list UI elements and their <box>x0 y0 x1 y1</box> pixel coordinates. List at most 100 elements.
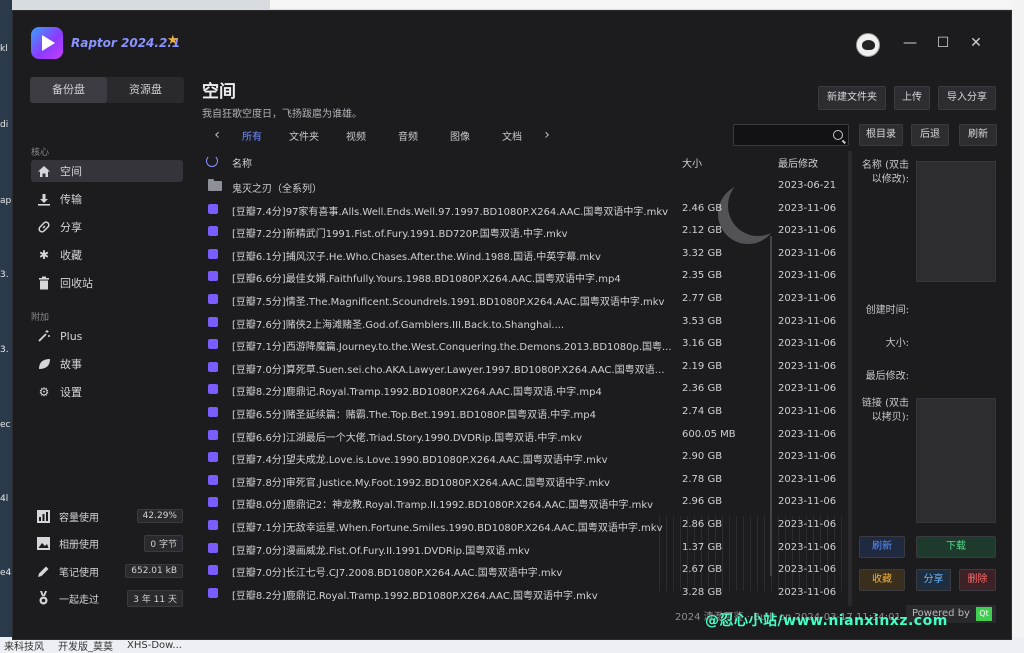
tab-video[interactable]: 视频 <box>330 128 382 143</box>
file-row[interactable]: [豆瓣7.5分]情圣.The.Magnificent.Scoundrels.19… <box>202 289 842 312</box>
share-button[interactable]: 分享 <box>916 569 951 591</box>
download-button[interactable]: 下载 <box>916 536 996 558</box>
detail-size-label: 大小: <box>885 338 909 349</box>
column-header-name[interactable]: 名称 <box>232 155 252 170</box>
avatar[interactable] <box>856 33 880 57</box>
qt-logo-icon: Qt <box>976 607 992 621</box>
tab-folders[interactable]: 文件夹 <box>278 128 330 143</box>
video-icon <box>208 361 218 372</box>
stat-label: 一起走过 <box>59 594 99 606</box>
file-row[interactable]: [豆瓣6.6分]最佳女婿.Faithfully.Yours.1988.BD108… <box>202 266 842 289</box>
file-row[interactable]: [豆瓣7.1分]西游降魔篇.Journey.to.the.West.Conque… <box>202 334 842 357</box>
trash-icon <box>36 275 52 291</box>
close-button[interactable]: ✕ <box>966 33 986 53</box>
file-modified: 2023-11-06 <box>778 428 837 440</box>
file-name: [豆瓣7.8分]审死官.Justice.My.Foot.1992.BD1080P… <box>232 477 610 489</box>
app-title: Raptor 2024.2.1 <box>71 36 181 50</box>
minimize-button[interactable]: — <box>900 33 920 53</box>
delete-button[interactable]: 删除 <box>959 569 996 591</box>
title-bar[interactable]: Raptor 2024.2.1 ★ — ☐ ✕ <box>13 11 1011 67</box>
file-row[interactable]: [豆瓣7.4分]望夫成龙.Love.is.Love.1990.BD1080P.X… <box>202 447 842 470</box>
video-icon <box>208 293 218 304</box>
tab-audio[interactable]: 音频 <box>382 128 434 143</box>
file-row[interactable]: [豆瓣7.1分]无敌幸运星.When.Fortune.Smiles.1990.B… <box>202 515 842 538</box>
favorite-button[interactable]: 收藏 <box>859 569 905 591</box>
upload-button[interactable]: 上传 <box>894 86 930 110</box>
sidebar-item-settings[interactable]: ⚙ 设置 <box>31 381 183 403</box>
search-input[interactable] <box>733 124 849 146</box>
tab-prev-icon[interactable]: ‹ <box>208 127 226 143</box>
detail-name-field[interactable] <box>916 161 996 282</box>
tab-next-icon[interactable]: › <box>538 127 556 143</box>
sidebar-item-space[interactable]: 空间 <box>31 160 183 182</box>
sidebar-item-favorites[interactable]: ✱ 收藏 <box>31 244 183 266</box>
video-icon <box>208 406 218 417</box>
file-size: 2.90 GB <box>682 451 723 463</box>
file-row[interactable]: [豆瓣7.2分]新精武门1991.Fist.of.Fury.1991.BD720… <box>202 221 842 244</box>
file-size: 3.16 GB <box>682 338 723 350</box>
segment-backup-drive[interactable]: 备份盘 <box>30 77 107 103</box>
loading-icon <box>206 155 218 167</box>
taskbar-item[interactable]: XHS-Dow... <box>127 640 182 651</box>
tab-all[interactable]: 所有 <box>226 128 278 143</box>
link-icon <box>36 219 52 235</box>
detail-created-label: 创建时间: <box>865 305 909 316</box>
tab-documents[interactable]: 文档 <box>486 128 538 143</box>
file-row[interactable]: [豆瓣8.2分]鹿鼎记.Royal.Tramp.1992.BD1080P.X26… <box>202 379 842 402</box>
file-modified: 2023-11-06 <box>778 518 837 530</box>
page-title: 空间 <box>202 82 236 102</box>
desktop-label: 4l <box>0 494 9 504</box>
sidebar-item-transfer[interactable]: 传输 <box>31 188 183 210</box>
stat-label: 容量使用 <box>59 512 99 524</box>
file-row[interactable]: [豆瓣7.8分]审死官.Justice.My.Foot.1992.BD1080P… <box>202 470 842 493</box>
back-button[interactable]: 后退 <box>911 124 949 146</box>
file-row[interactable]: [豆瓣6.5分]赌圣延续篇：赌霸.The.Top.Bet.1991.BD1080… <box>202 402 842 425</box>
refresh-list-button[interactable]: 刷新 <box>959 124 997 146</box>
file-row[interactable]: [豆瓣8.0分]鹿鼎记2：神龙教.Royal.Tramp.II.1992.BD1… <box>202 492 842 515</box>
file-name: [豆瓣7.1分]西游降魔篇.Journey.to.the.West.Conque… <box>232 342 672 354</box>
file-name: [豆瓣6.1分]捕风汉子.He.Who.Chases.After.the.Win… <box>232 251 601 263</box>
file-row[interactable]: [豆瓣6.1分]捕风汉子.He.Who.Chases.After.the.Win… <box>202 244 842 267</box>
sidebar-item-plus[interactable]: Plus <box>31 325 183 347</box>
sidebar-item-story[interactable]: 故事 <box>31 353 183 375</box>
root-dir-button[interactable]: 根目录 <box>859 124 903 146</box>
file-row[interactable]: [豆瓣7.6分]赌侠2上海滩赌圣.God.of.Gamblers.III.Bac… <box>202 312 842 335</box>
stat-value: 3 年 11 天 <box>127 589 183 607</box>
refresh-button[interactable]: 刷新 <box>859 536 905 558</box>
file-row[interactable]: [豆瓣6.6分]江湖最后一个大佬.Triad.Story.1990.DVDRip… <box>202 425 842 448</box>
video-icon <box>208 474 218 485</box>
desktop-label: ec <box>0 420 11 430</box>
file-row[interactable]: [豆瓣7.0分]漫画威龙.Fist.Of.Fury.II.1991.DVDRip… <box>202 538 842 561</box>
desktop-label: kl <box>0 44 8 54</box>
file-row[interactable]: [豆瓣7.0分]算死草.Suen.sei.cho.AKA.Lawyer.Lawy… <box>202 357 842 380</box>
column-header-modified[interactable]: 最后修改 <box>778 155 818 170</box>
stat-days-together: 一起走过 3 年 11 天 <box>33 588 183 608</box>
file-row[interactable]: [豆瓣8.2分]鹿鼎记.Royal.Tramp.1992.BD1080P.X26… <box>202 583 842 604</box>
detail-link-field[interactable] <box>916 398 996 523</box>
sidebar-item-recycle-bin[interactable]: 回收站 <box>31 272 183 294</box>
segment-resource-drive[interactable]: 资源盘 <box>107 77 184 103</box>
import-share-button[interactable]: 导入分享 <box>938 86 996 110</box>
background-window-strip <box>270 0 1020 10</box>
video-icon <box>208 226 218 237</box>
file-size: 2.46 GB <box>682 202 723 214</box>
drive-switch: 备份盘 资源盘 <box>30 77 184 103</box>
file-row[interactable]: [豆瓣7.0分]长江七号.CJ7.2008.BD1080P.X264.AAC.国… <box>202 560 842 583</box>
maximize-button[interactable]: ☐ <box>933 33 953 53</box>
file-modified: 2023-11-06 <box>778 225 837 237</box>
new-folder-button[interactable]: 新建文件夹 <box>818 86 886 110</box>
sidebar-item-label: 回收站 <box>60 277 93 290</box>
tab-images[interactable]: 图像 <box>434 128 486 143</box>
desktop-right-edge <box>1012 0 1024 653</box>
column-header-size[interactable]: 大小 <box>682 155 702 170</box>
file-modified: 2023-11-06 <box>778 541 837 553</box>
file-size: 2.74 GB <box>682 405 723 417</box>
video-icon <box>208 339 218 350</box>
folder-row[interactable]: 鬼灭之刃（全系列） 2023-06-21 <box>202 176 842 199</box>
sidebar-item-share[interactable]: 分享 <box>31 216 183 238</box>
search-icon[interactable] <box>833 130 843 140</box>
file-size: 3.53 GB <box>682 315 723 327</box>
file-row[interactable]: [豆瓣7.4分]97家有喜事.Alls.Well.Ends.Well.97.19… <box>202 199 842 222</box>
file-name: [豆瓣7.0分]长江七号.CJ7.2008.BD1080P.X264.AAC.国… <box>232 568 563 580</box>
desktop-left-edge: kl di ap 3. 3. ec 4l e4 <box>0 0 12 653</box>
